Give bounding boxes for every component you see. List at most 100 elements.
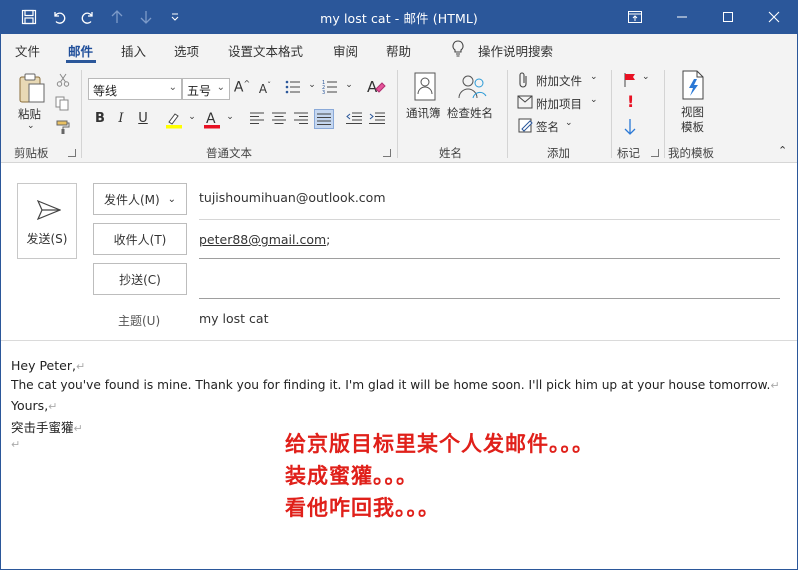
underline-button[interactable]: U — [134, 111, 152, 126]
subject-field[interactable]: my lost cat — [199, 311, 269, 326]
grow-font-icon[interactable]: A^ — [233, 79, 251, 96]
clipboard-launcher-icon[interactable] — [68, 149, 76, 157]
address-book-label[interactable]: 通讯簿 — [406, 105, 441, 121]
font-color-dropdown-icon[interactable]: ⌄ — [221, 112, 239, 122]
copy-icon[interactable] — [55, 96, 69, 114]
tab-review[interactable]: 审阅 — [333, 41, 358, 60]
active-tab-indicator — [66, 60, 96, 63]
basic-text-group-label: 普通文本 — [206, 146, 252, 160]
body-line[interactable]: The cat you've found is mine. Thank you … — [11, 378, 780, 392]
highlight-icon[interactable] — [165, 111, 183, 132]
font-size-value: 五号 — [187, 84, 212, 98]
align-left-icon[interactable] — [250, 112, 264, 128]
chevron-down-icon: ⌄ — [216, 82, 225, 93]
maximize-icon[interactable] — [718, 7, 738, 27]
clear-formatting-icon[interactable]: A — [366, 77, 386, 100]
numbering-icon[interactable]: 123 — [322, 80, 338, 97]
attach-item-label[interactable]: 附加项目 — [536, 96, 582, 112]
attach-file-label[interactable]: 附加文件 — [536, 73, 582, 89]
format-painter-icon[interactable] — [55, 119, 71, 138]
tab-file[interactable]: 文件 — [15, 41, 40, 60]
tags-launcher-icon[interactable] — [651, 149, 659, 157]
ribbon-display-options-icon[interactable] — [625, 7, 645, 27]
group-divider — [507, 70, 508, 158]
from-value: tujishoumihuan@outlook.com — [199, 190, 386, 205]
cc-field-underline[interactable] — [199, 298, 780, 299]
paragraph-mark: ↵ — [48, 400, 58, 413]
shrink-font-icon[interactable]: Aˇ — [256, 81, 274, 96]
tab-help[interactable]: 帮助 — [386, 41, 411, 60]
align-right-icon[interactable] — [294, 112, 308, 128]
font-size-select[interactable]: 五号 ⌄ — [182, 78, 230, 100]
attach-item-dropdown-icon[interactable]: ⌄ — [590, 95, 598, 105]
body-text: Yours, — [11, 398, 49, 413]
signature-dropdown-icon[interactable]: ⌄ — [565, 118, 573, 128]
send-label: 发送(S) — [26, 232, 68, 246]
signature-icon[interactable] — [518, 118, 533, 136]
send-icon — [36, 199, 62, 223]
body-line[interactable]: Hey Peter,↵ — [11, 358, 85, 373]
minimize-icon[interactable] — [672, 7, 692, 27]
attach-file-dropdown-icon[interactable]: ⌄ — [590, 72, 598, 82]
highlight-dropdown-icon[interactable]: ⌄ — [183, 112, 201, 122]
font-name-select[interactable]: 等线 ⌄ — [88, 78, 182, 100]
close-icon[interactable] — [764, 7, 784, 27]
bullets-dropdown-icon[interactable]: ⌄ — [303, 80, 321, 90]
to-button[interactable]: 收件人(T) — [93, 223, 187, 255]
header-body-divider — [0, 340, 798, 341]
send-button[interactable]: 发送(S) — [17, 183, 77, 259]
high-importance-icon[interactable]: ! — [627, 92, 634, 111]
to-recipient[interactable]: peter88@gmail.com — [199, 232, 326, 247]
tab-format-text[interactable]: 设置文本格式 — [228, 41, 303, 60]
italic-button[interactable]: I — [112, 111, 130, 126]
to-field[interactable]: peter88@gmail.com; — [199, 232, 330, 247]
increase-indent-icon[interactable] — [369, 112, 385, 128]
tab-options[interactable]: 选项 — [174, 41, 199, 60]
font-color-icon[interactable]: A — [203, 110, 221, 132]
cut-icon[interactable] — [56, 73, 70, 90]
body-line[interactable]: ↵ — [11, 436, 20, 451]
attach-item-icon[interactable] — [517, 95, 533, 112]
cc-button[interactable]: 抄送(C) — [93, 263, 187, 295]
tags-group-label: 标记 — [617, 146, 640, 160]
decrease-indent-icon[interactable] — [346, 112, 362, 128]
paste-dropdown-icon[interactable]: ⌄ — [27, 121, 35, 131]
justify-icon[interactable] — [314, 109, 334, 129]
view-templates-label-2[interactable]: 模板 — [681, 119, 704, 135]
collapse-ribbon-icon[interactable]: ⌃ — [778, 144, 787, 157]
numbering-dropdown-icon[interactable]: ⌄ — [340, 80, 358, 90]
group-divider — [81, 70, 82, 158]
attach-file-icon[interactable] — [518, 72, 530, 91]
paragraph-mark: ↵ — [770, 379, 780, 392]
flag-dropdown-icon[interactable]: ⌄ — [642, 72, 650, 82]
tab-insert[interactable]: 插入 — [121, 41, 146, 60]
check-names-label[interactable]: 检查姓名 — [447, 105, 493, 121]
address-book-icon[interactable] — [413, 72, 437, 105]
group-divider — [611, 70, 612, 158]
paragraph-mark: ↵ — [73, 422, 83, 435]
tell-me-search[interactable]: 操作说明搜索 — [478, 41, 553, 60]
font-name-value: 等线 — [93, 84, 118, 98]
paste-icon[interactable] — [17, 72, 47, 107]
bold-button[interactable]: B — [91, 111, 109, 126]
from-button[interactable]: 发件人(M) ⌄ — [93, 183, 187, 215]
view-templates-icon[interactable] — [680, 70, 706, 103]
basic-text-launcher-icon[interactable] — [383, 149, 391, 157]
bullets-icon[interactable] — [285, 80, 301, 97]
svg-text:A: A — [367, 78, 378, 96]
annotation-line: 给京版目标里某个人发邮件。。。 — [285, 431, 594, 456]
ribbon: 粘贴 ⌄ 剪贴板 等线 ⌄ 五号 ⌄ A^ Aˇ ⌄ 123 ⌄ A B I U… — [0, 64, 798, 163]
view-templates-label-1[interactable]: 视图 — [681, 104, 704, 120]
follow-up-flag-icon[interactable] — [623, 72, 637, 91]
paste-label[interactable]: 粘贴 — [18, 106, 41, 122]
svg-text:3: 3 — [322, 90, 325, 94]
body-line[interactable]: Yours,↵ — [11, 398, 57, 413]
signature-label[interactable]: 签名 — [536, 119, 559, 135]
body-line[interactable]: 突击手蜜獾↵ — [11, 417, 83, 436]
align-center-icon[interactable] — [272, 112, 286, 128]
low-importance-icon[interactable] — [624, 118, 636, 139]
tab-message[interactable]: 邮件 — [68, 41, 93, 60]
title-bar: my lost cat - 邮件 (HTML) — [0, 0, 798, 34]
check-names-icon[interactable] — [457, 72, 489, 105]
lightbulb-icon — [451, 40, 465, 60]
